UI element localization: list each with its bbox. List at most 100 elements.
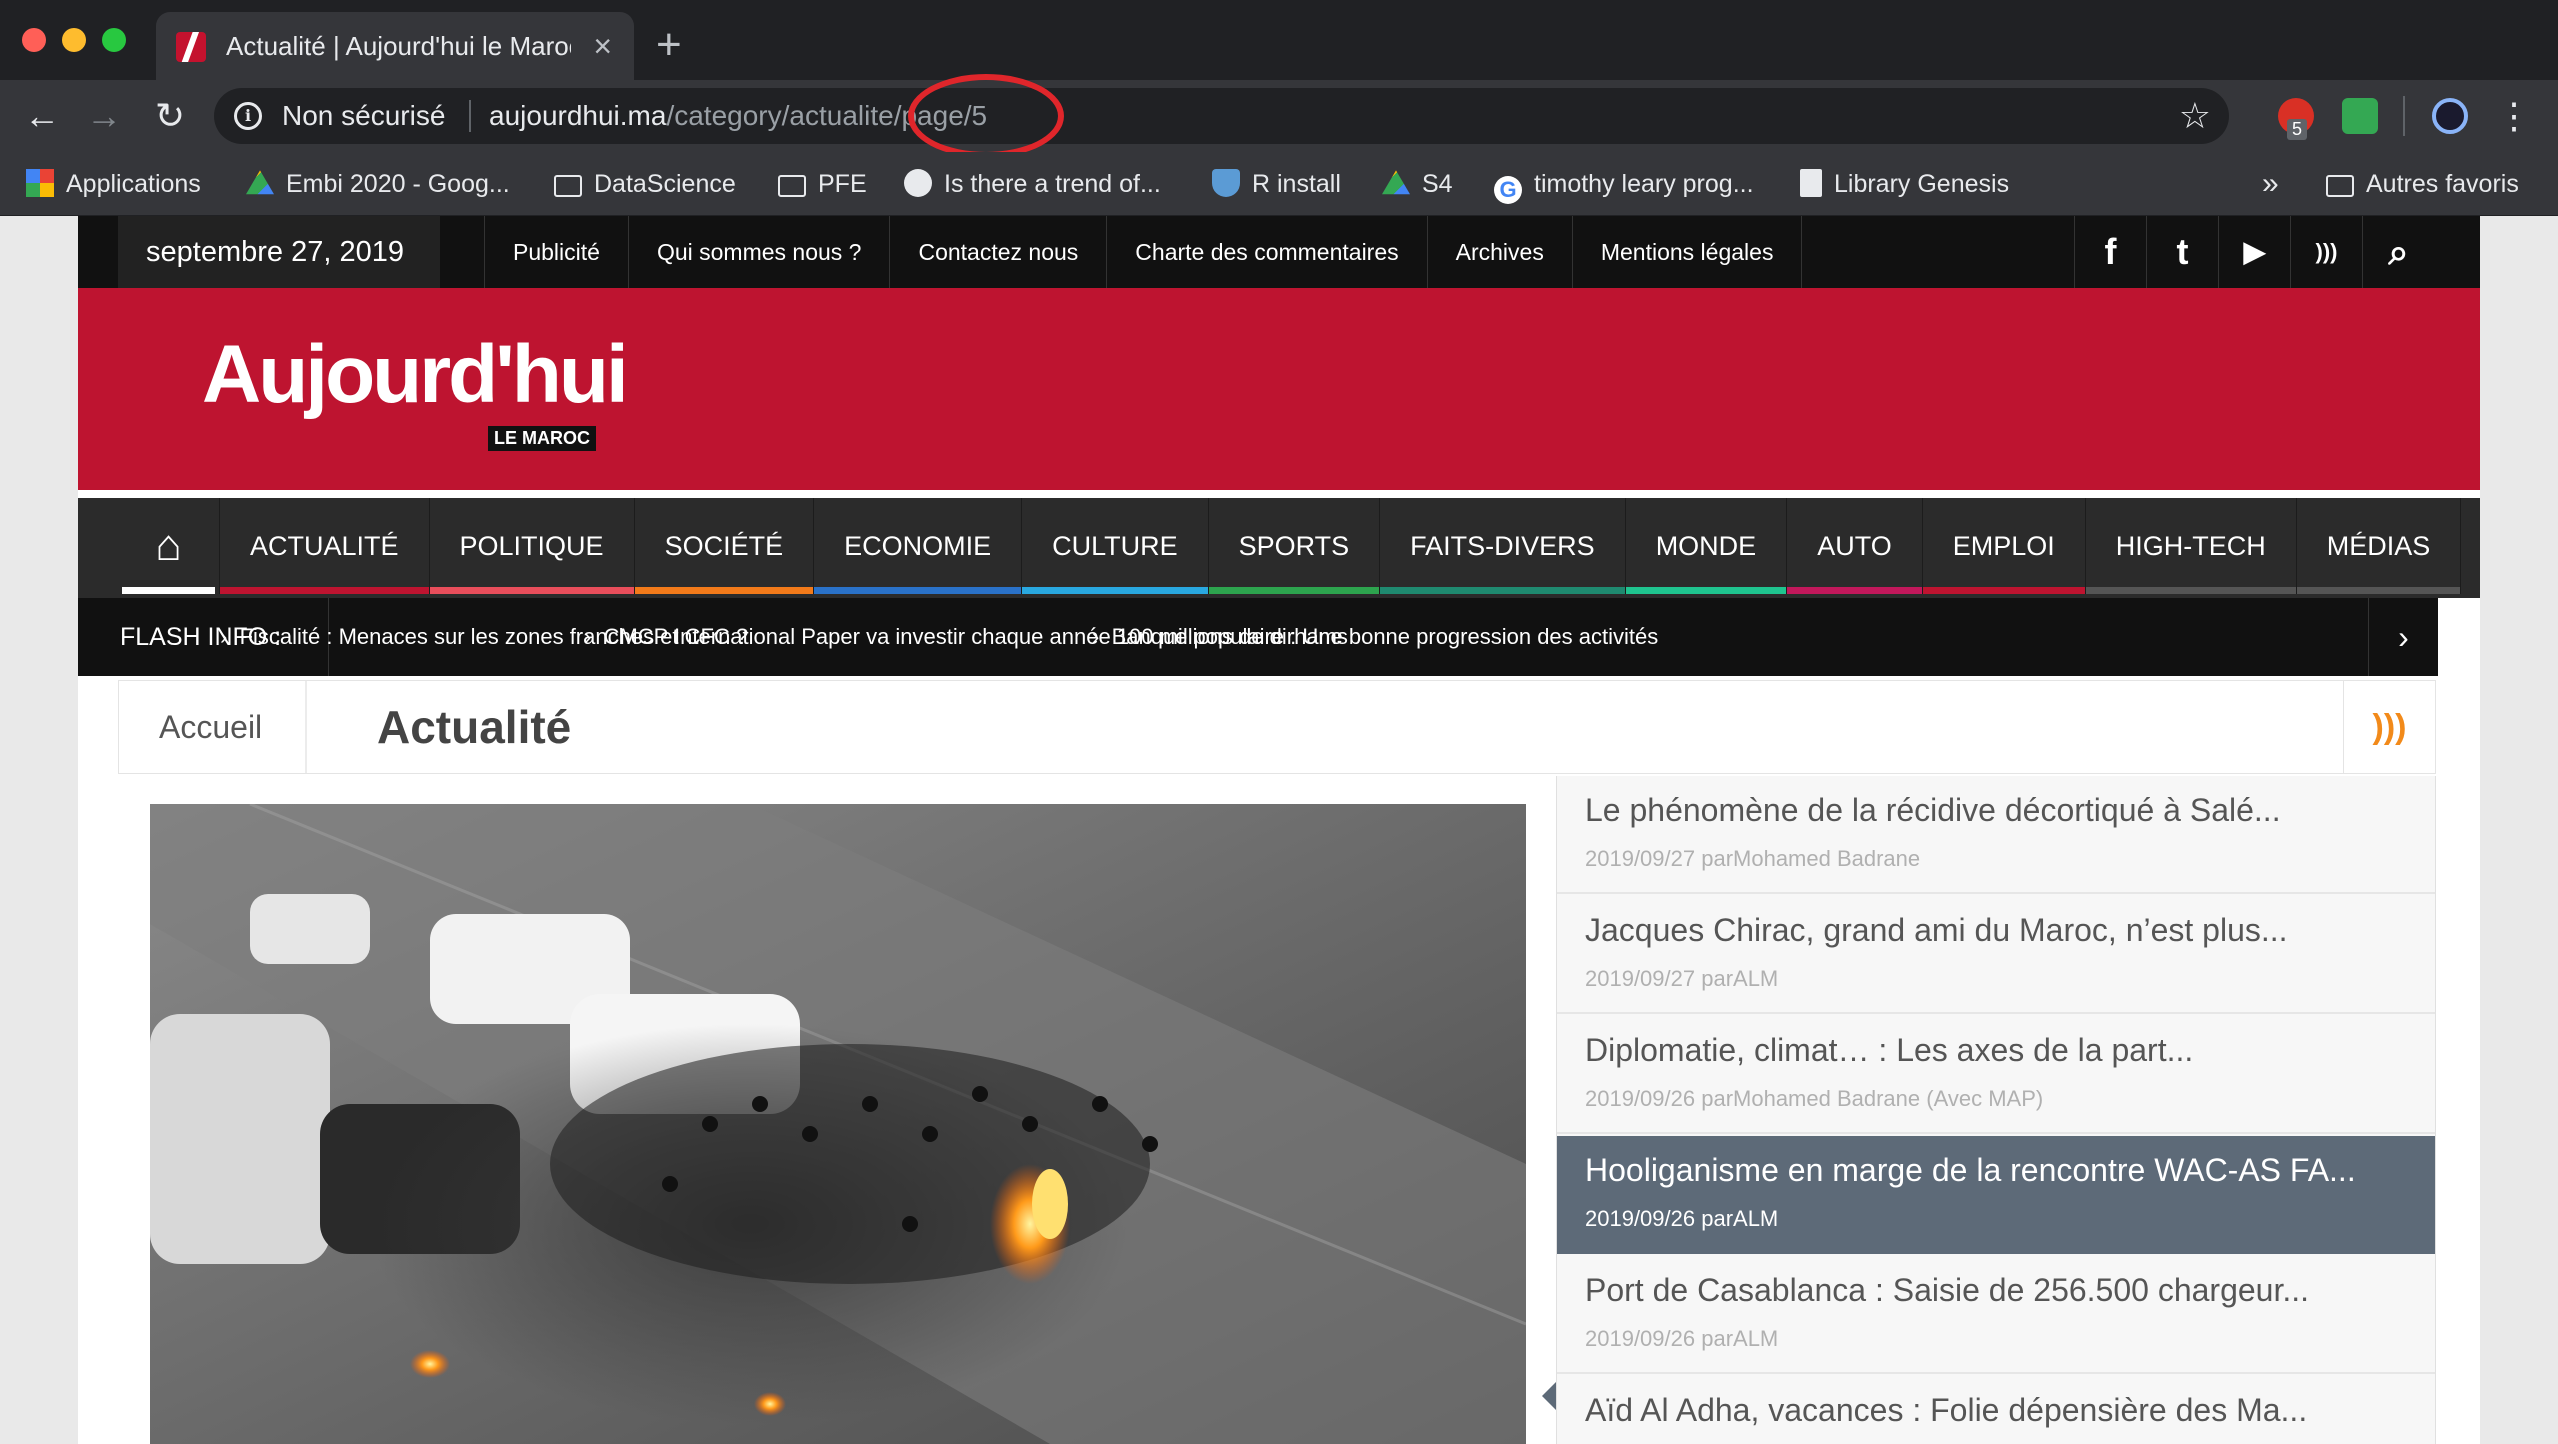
feed-item-title[interactable]: Diplomatie, climat… : Les axes de la par… [1585,1032,2193,1069]
nav-color-bar [814,587,1022,594]
bookmark-r-install[interactable]: R install [1212,166,1341,202]
bookmark-trend[interactable]: Is there a trend of... [904,166,1161,202]
nav-item-5[interactable]: SPORTS [1208,498,1381,594]
feed-item-title[interactable]: Hooliganisme en marge de la rencontre WA… [1585,1152,2356,1189]
rss-icon[interactable]: ))) [2290,216,2362,288]
nav-item-2[interactable]: SOCIÉTÉ [634,498,815,594]
bookmark-label: R install [1252,170,1341,198]
reload-icon[interactable]: ↻ [146,92,194,140]
bookmarks-bar: Applications Embi 2020 - Goog... DataSci… [0,152,2558,216]
feed-item-title[interactable]: Aïd Al Adha, vacances : Folie dépensière… [1585,1392,2307,1429]
nav-color-bar [220,587,429,594]
bookmark-star-icon[interactable]: ☆ [2179,96,2211,136]
nav-item-4[interactable]: CULTURE [1022,498,1209,594]
document-icon [1800,169,1822,197]
flash-item-text: Banque populaire : Une bonne progression… [1111,624,1659,649]
nav-active-indicator [122,587,215,594]
top-link-archives[interactable]: Archives [1428,216,1573,288]
nav-item-6[interactable]: FAITS-DIVERS [1380,498,1626,594]
nav-item-label: MÉDIAS [2326,531,2431,561]
rss-feed-icon[interactable]: ))) [2343,681,2435,773]
bookmark-pfe[interactable]: PFE [778,166,867,202]
feed-item[interactable]: Hooliganisme en marge de la rencontre WA… [1557,1136,2435,1254]
facebook-icon[interactable]: f [2074,216,2146,288]
feed-item-title[interactable]: Le phénomène de la récidive décortiqué à… [1585,792,2281,829]
youtube-icon[interactable]: ▶ [2218,216,2290,288]
nav-items: ⌂ ACTUALITÉ POLITIQUE SOCIÉTÉ ECONOMIE CULTU… [118,498,2462,594]
bookmark-library-genesis[interactable]: Library Genesis [1800,166,2009,202]
nav-item-label: CULTURE [1052,531,1178,561]
forward-arrow-icon[interactable]: → [80,92,128,140]
nav-item-1[interactable]: POLITIQUE [429,498,635,594]
folder-icon [778,175,806,197]
tab-close-button[interactable]: × [593,26,612,66]
bookmark-embi-2020[interactable]: Embi 2020 - Goog... [246,166,510,202]
window-zoom-button[interactable] [102,28,126,52]
search-icon[interactable]: ⌕ [2362,216,2434,288]
chevron-right-icon[interactable]: › [2368,598,2438,676]
flash-item[interactable]: › Banque populaire : Une bonne progressi… [1092,598,1658,676]
browser-tab-active[interactable]: Actualité | Aujourd'hui le Maroc × [156,12,634,80]
info-icon[interactable]: i [234,102,262,130]
security-label[interactable]: Non sécurisé [282,100,445,132]
feed-item[interactable]: Jacques Chirac, grand ami du Maroc, n’es… [1557,896,2435,1014]
bookmark-s4[interactable]: S4 [1382,166,1453,202]
main-navigation: ⌂ ACTUALITÉ POLITIQUE SOCIÉTÉ ECONOMIE CULTU… [78,498,2480,598]
twitter-icon[interactable]: t [2146,216,2218,288]
bookmark-applications[interactable]: Applications [26,166,201,202]
nav-item-label: SOCIÉTÉ [664,531,784,561]
top-bar: septembre 27, 2019 Publicité Qui sommes … [78,216,2480,288]
top-link-mentions[interactable]: Mentions légales [1573,216,1803,288]
nav-item-3[interactable]: ECONOMIE [814,498,1023,594]
window-minimize-button[interactable] [62,28,86,52]
site-logo[interactable]: Aujourd'hui [202,328,629,422]
new-tab-button[interactable]: + [656,18,682,72]
nav-item-0[interactable]: ACTUALITÉ [220,498,430,594]
folder-icon [554,175,582,197]
feed-item[interactable]: Le phénomène de la récidive décortiqué à… [1557,776,2435,894]
breadcrumb-home[interactable]: Accueil [159,681,262,773]
nav-color-bar [2085,587,2296,594]
url-host: aujourdhui.ma [489,100,667,131]
top-link-publicite[interactable]: Publicité [484,216,629,288]
bookmark-datascience[interactable]: DataScience [554,166,736,202]
nav-color-bar [1380,587,1625,594]
site-favicon-icon [176,32,206,62]
nav-item-label: ACTUALITÉ [250,531,399,561]
featured-article-image[interactable] [150,804,1526,1444]
nav-color-bar [429,587,634,594]
feed-item[interactable]: Aïd Al Adha, vacances : Folie dépensière… [1557,1376,2435,1444]
address-bar[interactable]: i Non sécurisé aujourdhui.ma/category/ac… [214,88,2229,144]
nav-item-7[interactable]: MONDE [1625,498,1788,594]
apps-grid-icon [26,169,54,197]
flash-info-bar: FLASH INFO : › Fiscalité : Menaces sur l… [78,598,2438,676]
omnibox-divider [469,100,471,132]
feed-item-title[interactable]: Port de Casablanca : Saisie de 256.500 c… [1585,1272,2309,1309]
feed-item[interactable]: Port de Casablanca : Saisie de 256.500 c… [1557,1256,2435,1374]
top-link-contactez-nous[interactable]: Contactez nous [890,216,1108,288]
profile-avatar-icon[interactable] [2432,98,2468,134]
site-container: septembre 27, 2019 Publicité Qui sommes … [78,216,2480,1444]
back-arrow-icon[interactable]: ← [18,92,66,140]
bookmark-timothy-leary[interactable]: Gtimothy leary prog... [1494,166,1754,204]
nav-item-8[interactable]: AUTO [1787,498,1923,594]
bookmarks-overflow-button[interactable]: » [2262,166,2279,202]
window-close-button[interactable] [22,28,46,52]
top-link-qui-sommes-nous[interactable]: Qui sommes nous ? [629,216,891,288]
top-links: Publicité Qui sommes nous ? Contactez no… [484,216,1803,288]
bookmark-label: Is there a trend of... [944,170,1161,198]
nav-item-10[interactable]: HIGH-TECH [2085,498,2297,594]
feed-item[interactable]: Diplomatie, climat… : Les axes de la par… [1557,1016,2435,1134]
nav-item-label: MONDE [1655,531,1757,561]
home-icon[interactable]: ⌂ [118,498,220,594]
annotation-circle [908,74,1064,158]
top-link-charte[interactable]: Charte des commentaires [1107,216,1428,288]
browser-menu-icon[interactable]: ⋮ [2490,92,2538,140]
nav-item-11[interactable]: MÉDIAS [2296,498,2462,594]
mail-extension-icon[interactable] [2342,98,2378,134]
bookmark-other-favorites[interactable]: Autres favoris [2326,166,2519,202]
current-date: septembre 27, 2019 [118,216,440,288]
feed-item-meta: 2019/09/27 parALM [1585,966,1779,991]
feed-item-title[interactable]: Jacques Chirac, grand ami du Maroc, n’es… [1585,912,2288,949]
nav-item-9[interactable]: EMPLOI [1922,498,2086,594]
